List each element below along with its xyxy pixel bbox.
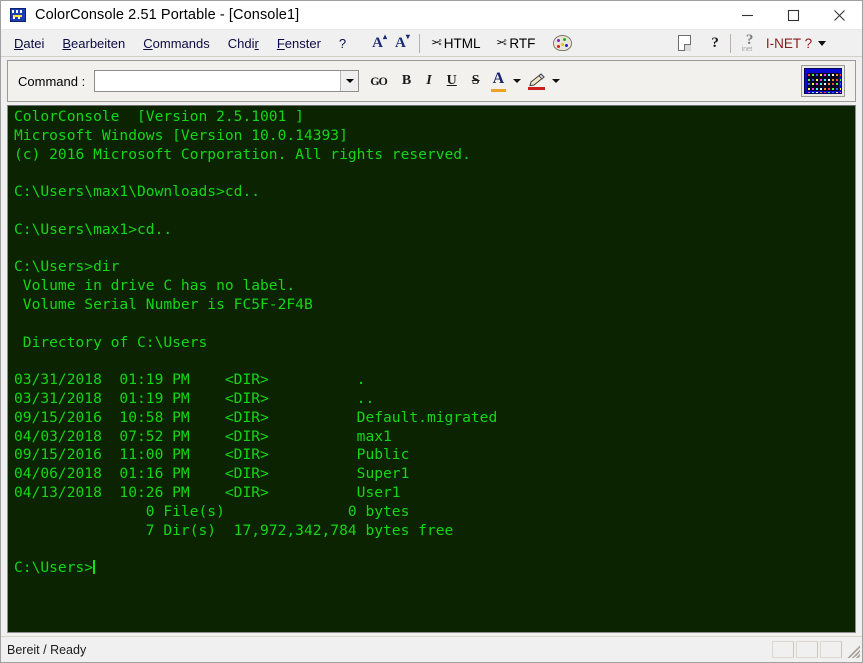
toolbar-separator-1 xyxy=(418,33,420,53)
export-rtf-button[interactable]: ✂ RTF xyxy=(491,33,540,53)
resize-grip-icon[interactable] xyxy=(846,641,860,658)
highlight-color-button[interactable] xyxy=(528,72,546,90)
close-button[interactable] xyxy=(816,1,862,30)
color-grid-icon xyxy=(804,68,842,94)
font-decrease-button[interactable]: A ▾ xyxy=(390,31,413,54)
scissors-icon: ✂ xyxy=(430,35,442,50)
help-button[interactable]: ? xyxy=(706,33,724,54)
font-increase-icon: A ▴ xyxy=(372,31,387,51)
color-settings-button[interactable] xyxy=(548,33,577,53)
bold-button[interactable]: B xyxy=(398,71,415,91)
font-color-button[interactable]: A xyxy=(490,70,507,92)
window-title: ColorConsole 2.51 Portable - [Console1] xyxy=(35,7,300,23)
console-text[interactable]: ColorConsole [Version 2.5.1001 ] Microso… xyxy=(14,108,855,632)
chevron-down-icon xyxy=(818,40,827,46)
inet-question-icon: ? inet xyxy=(741,32,754,53)
scissors-icon: ✂ xyxy=(496,35,508,50)
question-mark-icon: ? xyxy=(711,34,719,51)
menu-chdir[interactable]: Chdir xyxy=(219,33,268,54)
menu-commands[interactable]: Commands xyxy=(134,33,218,54)
highlight-color-dropdown-icon[interactable] xyxy=(552,79,561,83)
font-decrease-icon: A ▾ xyxy=(394,31,410,51)
export-html-button[interactable]: ✂ HTML xyxy=(426,33,486,53)
menu-help[interactable]: ? xyxy=(330,33,355,54)
command-toolbar: Command : GO B I U S A xyxy=(1,57,862,105)
minimize-button[interactable] xyxy=(724,1,770,30)
export-rtf-label: RTF xyxy=(509,35,536,51)
title-bar: ColorConsole 2.51 Portable - [Console1] xyxy=(1,1,862,30)
console-lines: ColorConsole [Version 2.5.1001 ] Microso… xyxy=(14,108,498,577)
status-pane-1 xyxy=(772,641,794,658)
document-icon xyxy=(678,35,692,51)
inet-help-dropdown[interactable]: ? inet I-NET ? xyxy=(737,32,831,54)
command-dropdown-arrow-icon[interactable] xyxy=(340,71,359,91)
status-pane-3 xyxy=(820,641,842,658)
window-controls xyxy=(724,1,862,30)
status-text: Bereit / Ready xyxy=(7,642,87,657)
color-grid-button[interactable] xyxy=(801,65,845,97)
menu-bearbeiten[interactable]: Bearbeiten xyxy=(53,33,134,54)
status-panes xyxy=(772,637,862,663)
inet-label: I-NET ? xyxy=(765,35,813,51)
console-output-panel[interactable]: ColorConsole [Version 2.5.1001 ] Microso… xyxy=(7,105,856,633)
italic-button[interactable]: I xyxy=(422,71,435,91)
new-console-button[interactable] xyxy=(673,33,696,53)
command-input[interactable] xyxy=(95,71,341,91)
console-window-icon xyxy=(10,8,26,22)
font-increase-button[interactable]: A ▴ xyxy=(367,31,390,54)
text-cursor xyxy=(93,560,96,575)
command-label: Command : xyxy=(18,73,86,89)
strikethrough-button[interactable]: S xyxy=(468,71,484,91)
menu-bar: DDateiatei Bearbeiten Commands Chdir Fen… xyxy=(1,30,862,57)
application-window: ColorConsole 2.51 Portable - [Console1] … xyxy=(0,0,863,663)
toolbar-separator-2 xyxy=(729,33,731,53)
status-pane-2 xyxy=(796,641,818,658)
menu-fenster[interactable]: Fenster xyxy=(268,33,330,54)
underline-button[interactable]: U xyxy=(443,71,461,91)
maximize-button[interactable] xyxy=(770,1,816,30)
menu-datei[interactable]: DDateiatei xyxy=(5,33,53,54)
palette-icon xyxy=(553,35,573,51)
export-html-label: HTML xyxy=(443,35,481,51)
pencil-icon xyxy=(529,72,545,86)
command-combobox[interactable] xyxy=(94,70,360,92)
font-color-dropdown-icon[interactable] xyxy=(513,79,522,83)
go-button[interactable]: GO xyxy=(366,72,391,91)
status-bar: Bereit / Ready xyxy=(1,636,862,662)
inet-sub-label: inet xyxy=(741,46,752,53)
